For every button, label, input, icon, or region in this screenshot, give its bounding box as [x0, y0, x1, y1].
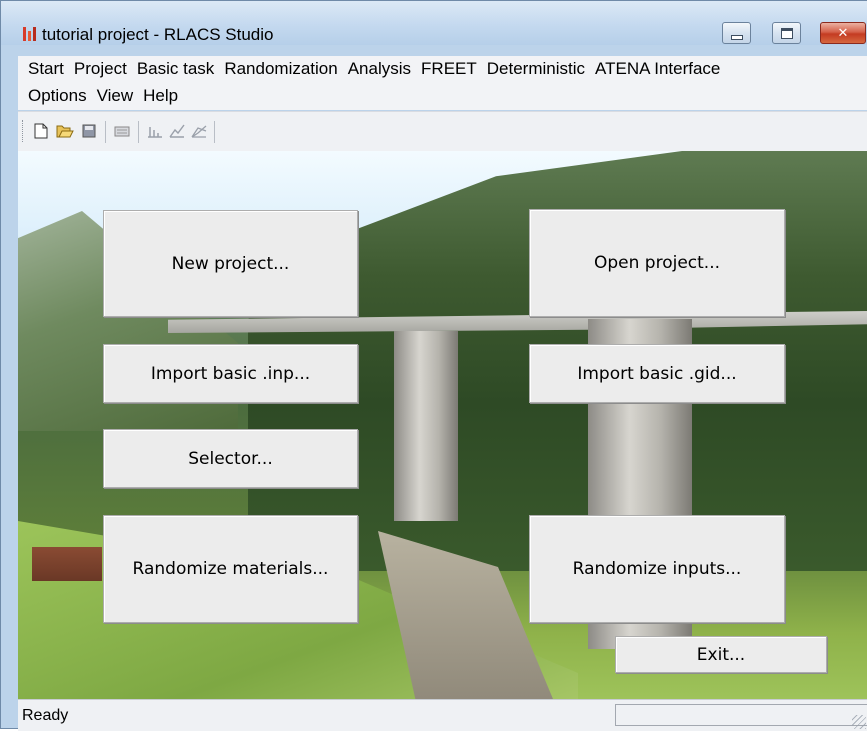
menu-basic-task[interactable]: Basic task — [132, 59, 219, 79]
toolbar-grip[interactable] — [22, 120, 26, 142]
exit-button[interactable]: Exit... — [615, 636, 827, 673]
toolbar — [18, 111, 867, 152]
menu-project[interactable]: Project — [69, 59, 132, 79]
menu-view[interactable]: View — [92, 86, 139, 106]
background-photo: New project... Open project... Import ba… — [18, 151, 867, 699]
status-text: Ready — [22, 707, 69, 724]
minimize-button[interactable] — [722, 22, 751, 44]
close-button[interactable]: ✕ — [820, 22, 866, 44]
menu-options[interactable]: Options — [18, 86, 92, 106]
toolbar-separator — [214, 121, 215, 143]
new-file-icon[interactable] — [32, 122, 50, 140]
maximize-icon — [780, 27, 793, 39]
menu-deterministic[interactable]: Deterministic — [482, 59, 590, 79]
resize-grip-icon[interactable] — [852, 715, 866, 729]
close-icon: ✕ — [837, 25, 849, 40]
menu-analysis[interactable]: Analysis — [343, 59, 416, 79]
app-icon — [23, 27, 37, 41]
app-window: tutorial project - RLACS Studio ✕ Start … — [0, 0, 867, 731]
randomize-materials-button[interactable]: Randomize materials... — [103, 515, 358, 623]
toolbar-separator — [138, 121, 139, 143]
menu-bar: Start Project Basic task Randomization A… — [18, 56, 867, 110]
open-folder-icon[interactable] — [56, 122, 74, 140]
selector-button[interactable]: Selector... — [103, 429, 358, 488]
toolbar-separator — [105, 121, 106, 143]
import-gid-button[interactable]: Import basic .gid... — [529, 344, 785, 403]
menu-atena-interface[interactable]: ATENA Interface — [590, 59, 725, 79]
import-inp-button[interactable]: Import basic .inp... — [103, 344, 358, 403]
bridge-pier — [394, 331, 458, 521]
chart-fit-icon[interactable] — [168, 122, 186, 140]
menu-row-1: Start Project Basic task Randomization A… — [18, 56, 725, 82]
minimize-icon — [730, 34, 743, 40]
open-project-button[interactable]: Open project... — [529, 209, 785, 317]
menu-freet[interactable]: FREET — [416, 59, 482, 79]
maximize-button[interactable] — [772, 22, 801, 44]
menu-start[interactable]: Start — [18, 59, 69, 79]
menu-help[interactable]: Help — [138, 86, 183, 106]
histogram-icon[interactable] — [146, 122, 164, 140]
save-icon[interactable] — [80, 122, 98, 140]
randomize-inputs-button[interactable]: Randomize inputs... — [529, 515, 785, 623]
status-pane — [615, 704, 867, 726]
keyboard-icon[interactable] — [113, 122, 131, 140]
barn — [32, 547, 102, 581]
title-bar[interactable]: tutorial project - RLACS Studio ✕ — [1, 1, 867, 45]
menu-row-2: Options View Help — [18, 83, 183, 109]
status-bar: Ready — [18, 699, 867, 731]
window-title: tutorial project - RLACS Studio — [42, 25, 274, 44]
chart-compare-icon[interactable] — [190, 122, 208, 140]
menu-randomization[interactable]: Randomization — [219, 59, 342, 79]
new-project-button[interactable]: New project... — [103, 210, 358, 317]
